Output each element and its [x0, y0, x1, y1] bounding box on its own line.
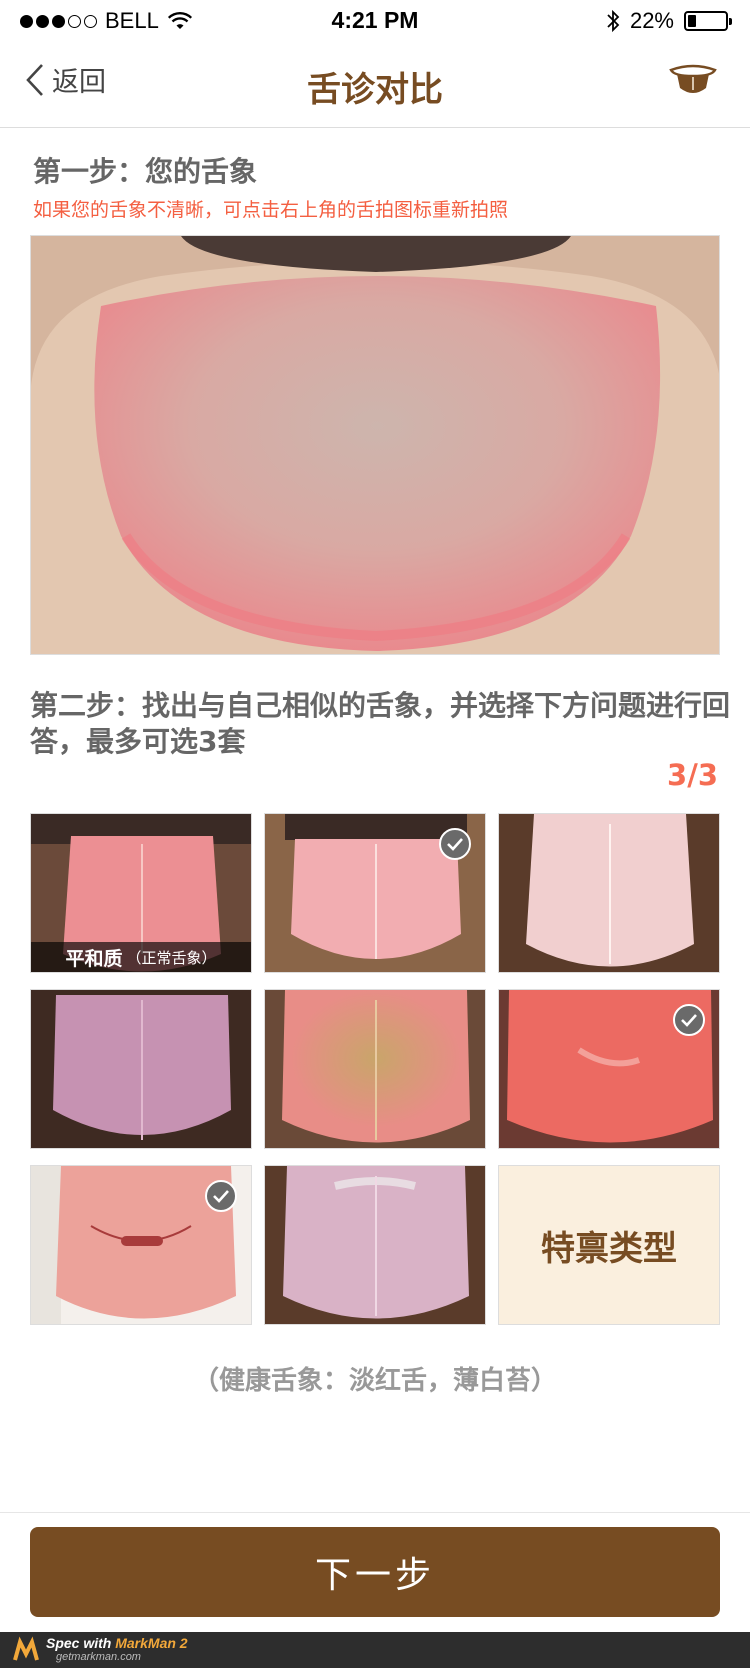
- navigation-bar: 返回 舌诊对比: [0, 40, 750, 128]
- bluetooth-icon: [607, 9, 620, 33]
- user-tongue-photo[interactable]: [30, 235, 720, 655]
- watermark-line2: getmarkman.com: [56, 1651, 141, 1663]
- selection-counter: 3/3: [667, 758, 718, 792]
- tongue-option-7[interactable]: [30, 1165, 252, 1325]
- tongue-option-6[interactable]: [498, 989, 720, 1149]
- tile-caption: 平和质 （正常舌象）: [31, 942, 251, 972]
- special-type-label: 特禀类型: [541, 1228, 677, 1269]
- tongue-option-5[interactable]: [264, 989, 486, 1149]
- battery-fill: [688, 15, 696, 27]
- step1-hint: 如果您的舌象不清晰，可点击右上角的舌拍图标重新拍照: [33, 199, 509, 221]
- tongue-option-4[interactable]: [30, 989, 252, 1149]
- check-icon: [673, 1004, 705, 1036]
- tongue-option-8[interactable]: [264, 1165, 486, 1325]
- check-icon: [205, 1180, 237, 1212]
- battery-percent: 22%: [629, 8, 674, 33]
- step1-title: 第一步：您的舌象: [33, 155, 258, 188]
- status-right: 22%: [606, 8, 732, 34]
- health-tongue-note: （健康舌象：淡红舌，薄白苔）: [192, 1366, 557, 1396]
- status-bar: BELL 4:21 PM 22%: [0, 0, 750, 40]
- tile-caption-sub: （正常舌象）: [126, 948, 217, 967]
- check-icon: [439, 828, 471, 860]
- tongue-camera-icon[interactable]: [668, 60, 718, 100]
- tile-caption-main: 平和质: [65, 947, 123, 970]
- special-type-tile[interactable]: 特禀类型: [498, 1165, 720, 1325]
- page-title: 舌诊对比: [307, 70, 443, 110]
- watermark-prefix: Spec with: [46, 1635, 116, 1651]
- tongue-option-3[interactable]: [498, 813, 720, 973]
- tongue-option-2[interactable]: [264, 813, 486, 973]
- bottom-bar: 下一步: [0, 1512, 750, 1632]
- battery-icon: [684, 11, 732, 31]
- tongue-option-1[interactable]: 平和质 （正常舌象）: [30, 813, 252, 973]
- watermark-brand: MarkMan 2: [115, 1635, 188, 1651]
- markman-logo-icon: [13, 1636, 39, 1661]
- next-step-button[interactable]: 下一步: [30, 1527, 720, 1617]
- step2-title: 第二步：找出与自己相似的舌象，并选择下方问题进行回答，最多可选3套: [30, 689, 731, 758]
- watermark-line1: Spec with MarkMan 2: [46, 1635, 188, 1651]
- markman-watermark: Spec with MarkMan 2 getmarkman.com: [0, 1632, 750, 1668]
